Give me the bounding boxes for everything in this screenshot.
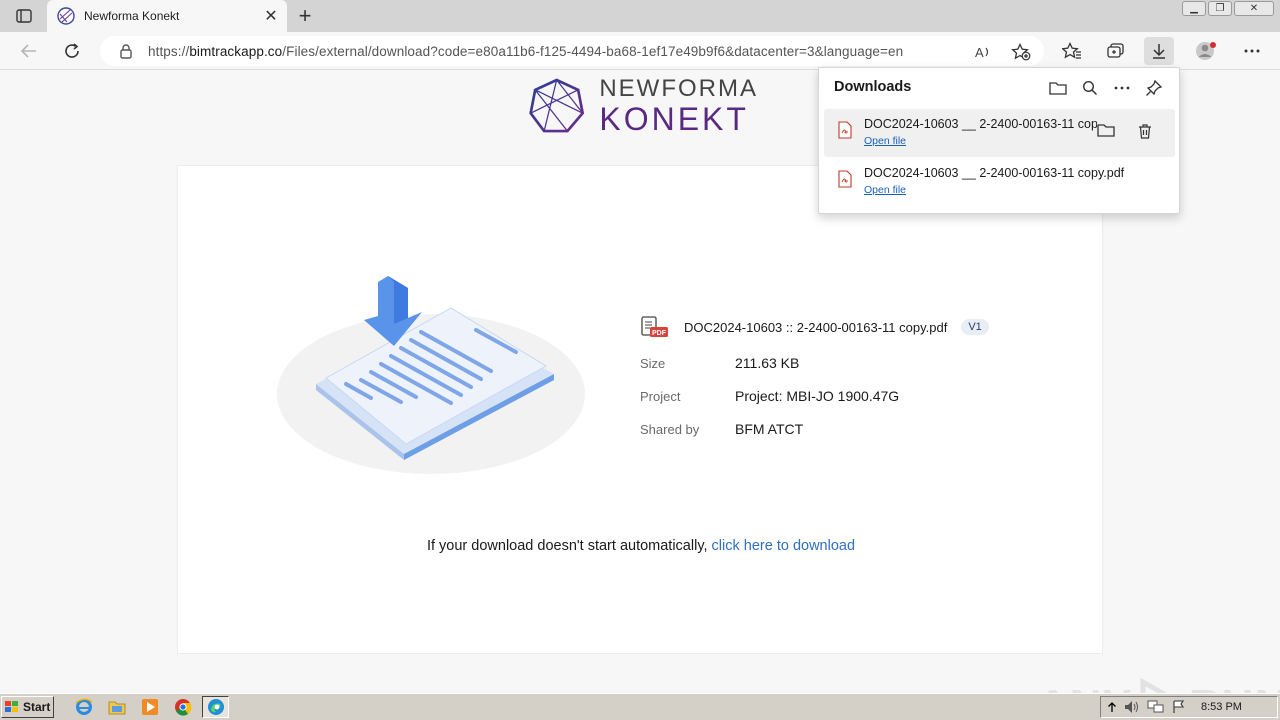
download-item[interactable]: DOC2024-10603 __ 2-2400-00163-11 copy.pd… xyxy=(824,158,1175,206)
meta-row-project: Project Project: MBI-JO 1900.47G xyxy=(640,385,1040,407)
start-label: Start xyxy=(23,700,51,714)
downloads-title: Downloads xyxy=(834,79,912,95)
newforma-konekt-logo: NEWFORMA KONEKT xyxy=(528,74,758,138)
more-dots-icon xyxy=(1114,86,1130,90)
settings-more-button[interactable] xyxy=(1237,37,1267,65)
search-downloads-button[interactable] xyxy=(1079,77,1101,99)
newforma-favicon-icon xyxy=(57,7,75,25)
click-here-download-link[interactable]: click here to download xyxy=(712,538,855,554)
download-link-text[interactable]: click here xyxy=(712,538,773,554)
windows-taskbar: Start 8:53 PM xyxy=(0,693,1280,720)
file-info: PDF DOC2024-10603 :: 2-2400-00163-11 cop… xyxy=(640,316,1040,440)
shared-by-value: BFM ATCT xyxy=(735,421,804,437)
folder-icon xyxy=(1049,82,1067,95)
window-controls: ▁ ❐ ✕ xyxy=(1182,1,1274,16)
add-favorite-button[interactable] xyxy=(1006,38,1036,66)
edge-taskbar-icon[interactable] xyxy=(202,696,229,718)
shared-by-label: Shared by xyxy=(640,421,700,437)
favorites-icon xyxy=(1062,42,1081,59)
profile-button[interactable] xyxy=(1191,37,1221,65)
read-aloud-button[interactable]: A xyxy=(968,38,998,66)
media-player-taskbar-icon[interactable] xyxy=(136,696,163,718)
network-icon[interactable] xyxy=(1147,700,1165,714)
logo-line-2: KONEKT xyxy=(599,101,749,137)
url-scheme: https:// xyxy=(148,43,190,59)
volume-icon[interactable] xyxy=(1124,700,1140,714)
tab-close-icon[interactable]: ✕ xyxy=(263,8,279,25)
tab-actions-button[interactable] xyxy=(10,6,38,26)
pdf-file-icon xyxy=(838,121,852,139)
collections-button[interactable] xyxy=(1101,37,1131,65)
read-aloud-icon: A xyxy=(975,45,989,60)
pdf-file-icon: PDF xyxy=(641,316,668,337)
meta-row-size: Size 211.63 KB xyxy=(640,352,1040,374)
logo-mark-icon xyxy=(529,78,585,133)
downloads-button[interactable] xyxy=(1144,37,1174,65)
lock-icon[interactable] xyxy=(118,43,134,59)
system-tray: 8:53 PM xyxy=(1100,696,1278,718)
url-text[interactable]: https://bimtrackapp.co/Files/external/do… xyxy=(148,44,1044,59)
pin-downloads-button[interactable] xyxy=(1143,77,1165,99)
download-item[interactable]: DOC2024-10603 __ 2-2400-00163-11 copy.pd… xyxy=(824,109,1175,157)
download-item-name: DOC2024-10603 __ 2-2400-00163-11 copy.pd… xyxy=(864,117,1097,131)
browser-toolbar: https://bimtrackapp.co/Files/external/do… xyxy=(0,32,1280,70)
url-host: bimtrackapp.co xyxy=(189,43,283,59)
size-label: Size xyxy=(640,355,666,371)
back-button[interactable] xyxy=(14,37,44,65)
download-card: PDF DOC2024-10603 :: 2-2400-00163-11 cop… xyxy=(177,165,1103,654)
refresh-button[interactable] xyxy=(57,37,87,65)
back-arrow-icon xyxy=(20,44,36,58)
tray-expand-icon[interactable] xyxy=(1107,701,1117,713)
windows-flag-icon xyxy=(5,701,18,712)
download-link-suffix[interactable]: to download xyxy=(777,538,855,554)
favorites-button[interactable] xyxy=(1057,37,1087,65)
url-path: /Files/external/download?code=e80a11b6-f… xyxy=(282,43,904,59)
star-add-icon xyxy=(1011,43,1031,61)
document-download-illustration xyxy=(277,276,585,474)
pin-icon xyxy=(1146,79,1163,96)
project-value: Project: MBI-JO 1900.47G xyxy=(735,388,900,404)
meta-row-shared-by: Shared by BFM ATCT xyxy=(640,418,1040,440)
browser-tab[interactable]: Newforma Konekt ✕ xyxy=(47,0,287,32)
tab-actions-icon xyxy=(16,9,32,23)
logo-line-1: NEWFORMA xyxy=(599,75,758,102)
tab-strip: Newforma Konekt ✕ + ▁ ❐ ✕ xyxy=(0,0,1280,32)
project-label: Project xyxy=(640,388,681,404)
minimize-button[interactable]: ▁ xyxy=(1182,1,1206,16)
open-file-link[interactable]: Open file xyxy=(864,135,906,147)
show-in-folder-icon[interactable] xyxy=(1097,123,1115,137)
action-center-flag-icon[interactable] xyxy=(1172,700,1186,714)
file-explorer-taskbar-icon[interactable] xyxy=(103,696,130,718)
tab-title: Newforma Konekt xyxy=(84,9,180,23)
search-icon xyxy=(1082,80,1098,96)
window-close-button[interactable]: ✕ xyxy=(1234,1,1274,16)
address-bar[interactable]: https://bimtrackapp.co/Files/external/do… xyxy=(100,36,1044,66)
downloads-more-button[interactable] xyxy=(1111,77,1133,99)
collections-icon xyxy=(1107,43,1124,58)
size-value: 211.63 KB xyxy=(735,355,800,371)
internet-explorer-taskbar-icon[interactable] xyxy=(70,696,97,718)
refresh-icon xyxy=(65,43,79,58)
download-message: If your download doesn't start automatic… xyxy=(178,538,1104,554)
profile-avatar-icon xyxy=(1196,42,1216,60)
version-badge: V1 xyxy=(961,319,989,335)
svg-text:A: A xyxy=(975,45,984,60)
download-item-name: DOC2024-10603 __ 2-2400-00163-11 copy.pd… xyxy=(864,166,1125,180)
delete-trash-icon[interactable] xyxy=(1137,123,1153,139)
file-name: DOC2024-10603 :: 2-2400-00163-11 copy.pd… xyxy=(684,319,948,335)
new-tab-button[interactable]: + xyxy=(294,3,316,28)
more-dots-icon xyxy=(1244,49,1260,53)
open-downloads-folder-button[interactable] xyxy=(1047,77,1069,99)
chrome-taskbar-icon[interactable] xyxy=(169,696,196,718)
start-button[interactable]: Start xyxy=(1,696,54,718)
taskbar-clock[interactable]: 8:53 PM xyxy=(1201,701,1242,713)
pdf-file-icon xyxy=(838,170,852,188)
download-message-prefix: If your download doesn't start automatic… xyxy=(426,538,708,554)
restore-button[interactable]: ❐ xyxy=(1208,1,1232,16)
downloads-panel: Downloads DOC2024-10603 __ 2-2400-00163-… xyxy=(818,67,1180,214)
download-icon xyxy=(1153,44,1165,59)
open-file-link[interactable]: Open file xyxy=(864,184,906,196)
pdf-badge-text: PDF xyxy=(652,330,667,337)
